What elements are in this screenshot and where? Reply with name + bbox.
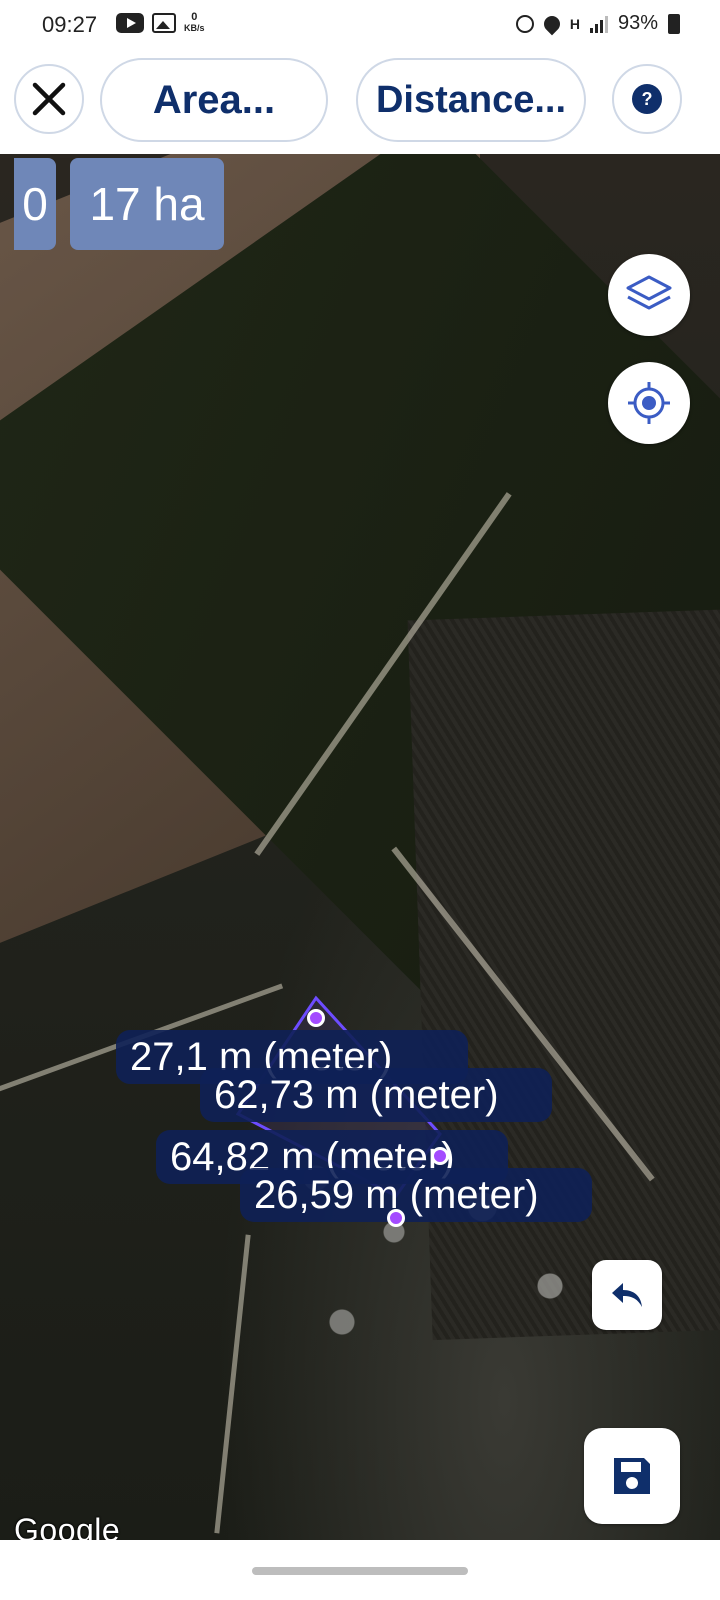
layers-button[interactable] [608, 254, 690, 336]
polygon-vertex[interactable] [307, 1009, 325, 1027]
battery-percent: 93% [617, 12, 658, 34]
area-left-badge: 0 [14, 158, 56, 250]
distance-button[interactable]: Distance... [356, 58, 586, 142]
battery-icon [668, 13, 680, 34]
distance-button-label: Distance... [375, 78, 567, 121]
area-left-value: 0 [22, 178, 48, 230]
close-button[interactable] [14, 64, 84, 134]
polygon-vertex[interactable] [387, 1209, 405, 1227]
measurement-label: 26,59 m (meter) [240, 1168, 592, 1222]
undo-button[interactable] [592, 1260, 662, 1330]
network-type-icon: H [569, 15, 580, 32]
area-value: 17 ha [89, 178, 205, 230]
data-rate-unit: KB/s [184, 23, 205, 33]
status-time: 09:27 [42, 12, 98, 37]
undo-icon [612, 1283, 642, 1307]
help-icon: ? [632, 84, 662, 114]
status-bar: 09:27 0 KB/s H 93% [0, 0, 720, 46]
satellite-map[interactable] [0, 154, 720, 1540]
youtube-notification-icon [116, 13, 144, 33]
polygon-vertex[interactable] [431, 1147, 449, 1165]
navigation-bar [0, 1540, 720, 1600]
measurement-polygon [235, 995, 442, 1198]
alarm-icon [515, 14, 534, 33]
image-notification-icon [152, 13, 176, 33]
layers-icon [626, 275, 672, 310]
crosshair-icon [628, 382, 670, 424]
area-badge: 17 ha [70, 158, 224, 250]
help-button[interactable]: ? [612, 64, 682, 134]
location-icon [540, 12, 564, 35]
data-rate-indicator: 0 KB/s [184, 12, 205, 34]
signal-icon [589, 15, 608, 33]
area-button[interactable]: Area... [100, 58, 328, 142]
close-icon [32, 82, 66, 116]
top-toolbar: Area... Distance... ? [0, 46, 720, 154]
data-rate-value: 0 [191, 11, 198, 23]
home-gesture-handle[interactable] [252, 1567, 468, 1575]
area-button-label: Area... [152, 77, 276, 122]
my-location-button[interactable] [608, 362, 690, 444]
save-icon [614, 1458, 650, 1494]
measurement-label-text: 62,73 m (meter) [214, 1072, 499, 1117]
save-button[interactable] [584, 1428, 680, 1524]
measurement-label: 62,73 m (meter) [200, 1068, 552, 1122]
